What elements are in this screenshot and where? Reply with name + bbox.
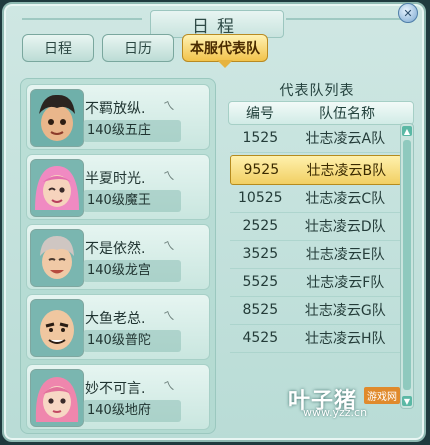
member-name-mark: ㄟ — [163, 239, 176, 253]
title-ornament-left — [22, 18, 142, 20]
pink-hair-girl-avatar — [30, 159, 84, 217]
scroll-up-icon[interactable]: ▲ — [402, 126, 412, 136]
member-level: 140级龙宫 — [83, 260, 181, 282]
active-tab-pointer-icon — [217, 60, 233, 68]
member-card[interactable]: 大鱼老总. ㄟ 140级普陀 — [26, 294, 210, 360]
watermark-url: www.yzz.cn — [303, 406, 368, 419]
scrollbar-thumb[interactable] — [403, 140, 411, 390]
tab-server-team[interactable]: 本服代表队 — [182, 34, 268, 62]
silver-hair-boy-avatar — [30, 229, 84, 287]
close-icon[interactable]: ✕ — [398, 3, 418, 23]
member-name: 妙不可言. — [85, 381, 146, 397]
member-level: 140级普陀 — [83, 330, 181, 352]
member-name: 不是依然. — [85, 241, 146, 257]
scroll-down-icon[interactable]: ▼ — [402, 396, 412, 406]
member-card[interactable]: 半夏时光. ㄟ 140级魔王 — [26, 154, 210, 220]
tab-calendar[interactable]: 日历 — [102, 34, 174, 62]
member-name: 大鱼老总. — [85, 311, 146, 327]
member-level: 140级魔王 — [83, 190, 181, 212]
table-row-selected[interactable]: 9525 壮志凌云B队 — [230, 155, 402, 185]
table-row[interactable]: 1525 壮志凌云A队 — [230, 124, 400, 153]
member-name-mark: ㄟ — [163, 169, 176, 183]
watermark-tag: 游戏网 — [364, 387, 400, 404]
member-level: 140级五庄 — [83, 120, 181, 142]
header-team-name: 队伍名称 — [319, 106, 375, 122]
member-level: 140级地府 — [83, 400, 181, 422]
member-card[interactable]: 妙不可言. ㄟ 140级地府 — [26, 364, 210, 430]
member-name-mark: ㄟ — [163, 309, 176, 323]
member-name-mark: ㄟ — [163, 99, 176, 113]
title-ornament-right — [286, 18, 406, 20]
member-card[interactable]: 不羁放纵. ㄟ 140级五庄 — [26, 84, 210, 150]
member-card[interactable]: 不是依然. ㄟ 140级龙宫 — [26, 224, 210, 290]
team-list-scrollbar[interactable]: ▲ ▼ — [400, 123, 414, 409]
member-name: 半夏时光. — [85, 171, 146, 187]
team-list-title: 代表队列表 — [279, 83, 355, 99]
male-warrior-avatar — [30, 89, 84, 147]
member-name-mark: ㄟ — [163, 379, 176, 393]
member-name: 不羁放纵. — [85, 101, 146, 117]
table-row[interactable]: 10525 壮志凌云C队 — [230, 184, 400, 213]
table-row[interactable]: 2525 壮志凌云D队 — [230, 212, 400, 241]
table-row[interactable]: 5525 壮志凌云F队 — [230, 268, 400, 297]
header-id: 编号 — [246, 106, 274, 122]
bald-monk-avatar — [30, 299, 84, 357]
table-row[interactable]: 3525 壮志凌云E队 — [230, 240, 400, 269]
team-list-header: 编号 队伍名称 — [228, 101, 414, 125]
table-row[interactable]: 8525 壮志凌云G队 — [230, 296, 400, 325]
table-row[interactable]: 4525 壮志凌云H队 — [230, 324, 400, 353]
pink-hair-lady-avatar — [30, 369, 84, 427]
tab-schedule[interactable]: 日程 — [22, 34, 94, 62]
